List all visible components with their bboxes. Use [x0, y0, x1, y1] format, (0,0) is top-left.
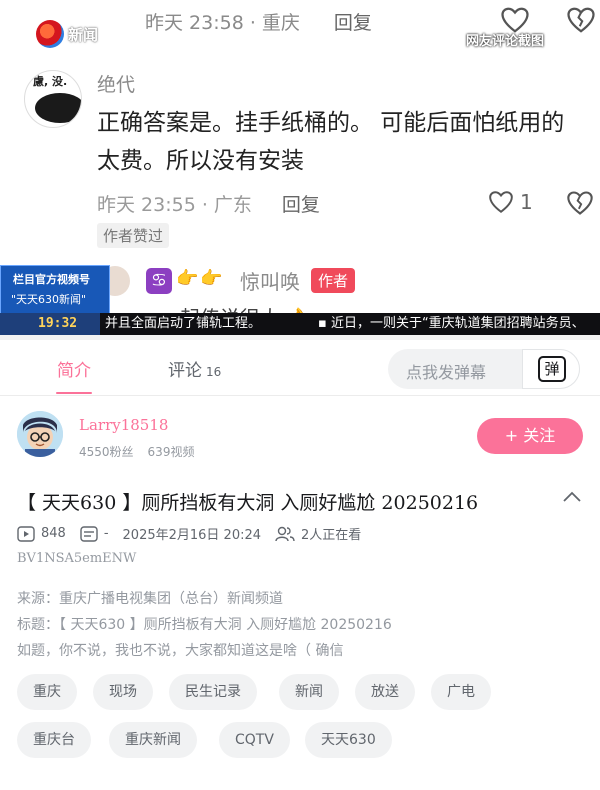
play-count-icon	[17, 525, 35, 542]
tag-item[interactable]: 民生记录	[169, 674, 257, 710]
danmaku-toggle-button[interactable]: 弹	[522, 349, 580, 389]
tab-active-indicator	[56, 392, 92, 394]
logo-text: 新闻	[68, 25, 99, 44]
tag-item[interactable]: 天天630	[305, 722, 392, 758]
desc-source: 来源：重庆广播电视集团（总台）新闻频道	[17, 591, 283, 607]
ticker-text-2: ▪ 近日，一则关于“重庆轨道集团招聘站务员、	[318, 316, 585, 331]
avatar-shape	[35, 93, 81, 123]
commenter-avatar: 慮, 没.	[24, 70, 82, 128]
heart-icon	[489, 191, 513, 213]
danmaku-input[interactable]: 点我发弹幕	[406, 359, 486, 383]
comments-count: 16	[206, 365, 222, 379]
danmaku-bar: 点我发弹幕 弹	[388, 349, 580, 389]
station-badge: 栏目官方视频号 "天天630新闻"	[0, 265, 110, 315]
author-tag: 作者	[311, 268, 356, 293]
pointing-hands-emoji: 👉👉	[176, 268, 225, 289]
broken-heart-icon	[567, 191, 593, 215]
tab-comments[interactable]: 评论 16	[168, 356, 221, 381]
tag-item[interactable]: 新闻	[279, 674, 339, 710]
reply-username: 惊叫唤	[240, 270, 300, 294]
comment-like: 1	[488, 190, 533, 214]
video-description: 来源：重庆广播电视集团（总台）新闻频道 标题：【 天天630 】厕所挡板有大洞 …	[17, 586, 577, 664]
channel-logo: 新闻	[36, 20, 98, 48]
screenshot-label: 网友评论截图	[465, 34, 544, 49]
viewers-icon	[275, 526, 295, 541]
danmaku-count: -	[103, 526, 109, 541]
avatar-text: 慮, 没.	[33, 75, 68, 88]
watching-now: 2人正在看	[301, 528, 362, 543]
comment-reply: 回复	[281, 194, 320, 216]
video-stats: 848 - 2025年2月16日 20:24 2人正在看	[17, 524, 361, 543]
uploader-name[interactable]: Larry18518	[79, 416, 168, 434]
follow-button[interactable]: + 关注	[477, 418, 583, 454]
play-count: 848	[41, 526, 66, 541]
tag-item[interactable]: 重庆台	[17, 722, 91, 758]
tab-intro-label: 简介	[57, 361, 91, 381]
like-count: 1	[520, 190, 533, 214]
desc-body: 如题，你不说，我也不说，大家都知道这是啥（ 确信	[17, 643, 344, 659]
uploader-avatar[interactable]	[17, 411, 63, 457]
comment-body: 正确答案是。挂手纸桶的。 可能后面怕纸用的太费。所以没有安装	[97, 110, 565, 174]
fans-count: 4550粉丝	[79, 445, 134, 459]
broken-heart-icon	[567, 7, 595, 33]
chevron-up-icon[interactable]	[562, 490, 582, 504]
cartoon-face-icon	[17, 411, 63, 457]
bvid: BV1NSA5emENW	[17, 551, 137, 566]
tag-item[interactable]: 放送	[355, 674, 415, 710]
cqtv-logo-icon	[36, 20, 64, 48]
news-ticker: 19:32 并且全面启动了铺轨工程。 ▪ 近日，一则关于“重庆轨道集团招聘站务员…	[0, 313, 600, 335]
tag-item[interactable]: 现场	[93, 674, 153, 710]
video-count: 639视频	[147, 445, 195, 459]
cancer-zodiac-icon: ♋	[146, 268, 172, 294]
tag-item[interactable]: 重庆	[17, 674, 77, 710]
ticker-clock: 19:32	[0, 313, 100, 335]
ticker-text-1: 并且全面启动了铺轨工程。	[105, 316, 262, 331]
danmaku-icon: 弹	[538, 356, 566, 382]
comment-meta: 昨天 23:55 · 广东 回复	[97, 190, 320, 217]
tag-item[interactable]: 重庆新闻	[109, 722, 197, 758]
tab-intro[interactable]: 简介	[57, 356, 91, 381]
station-line-2: "天天630新闻"	[11, 293, 87, 306]
previous-comment-reply: 回复	[333, 12, 372, 34]
uploader-stats: 4550粉丝 639视频	[79, 443, 194, 460]
station-line-1: 栏目官方视频号	[13, 273, 90, 286]
danmaku-count-icon	[80, 525, 98, 542]
video-title: 【 天天630 】厕所挡板有大洞 入厕好尴尬 20250216	[17, 492, 479, 514]
previous-comment-meta: 昨天 23:58 · 重庆 回复	[145, 8, 372, 35]
desc-title: 标题：【 天天630 】厕所挡板有大洞 入厕好尴尬 20250216	[17, 617, 392, 633]
publish-date: 2025年2月16日 20:24	[122, 528, 262, 543]
comment-time: 昨天 23:55 · 广东	[97, 194, 252, 216]
tag-item[interactable]: 广电	[431, 674, 491, 710]
tab-comments-label: 评论	[168, 361, 202, 381]
commenter-name: 绝代	[97, 74, 136, 96]
tag-item[interactable]: CQTV	[219, 722, 290, 758]
author-liked-badge: 作者赞过	[97, 223, 170, 248]
video-player[interactable]: 新闻 昨天 23:58 · 重庆 回复 网友评论截图 慮, 没. 绝代 正确答案是…	[0, 0, 600, 340]
previous-comment-time: 昨天 23:58 · 重庆	[145, 12, 300, 34]
